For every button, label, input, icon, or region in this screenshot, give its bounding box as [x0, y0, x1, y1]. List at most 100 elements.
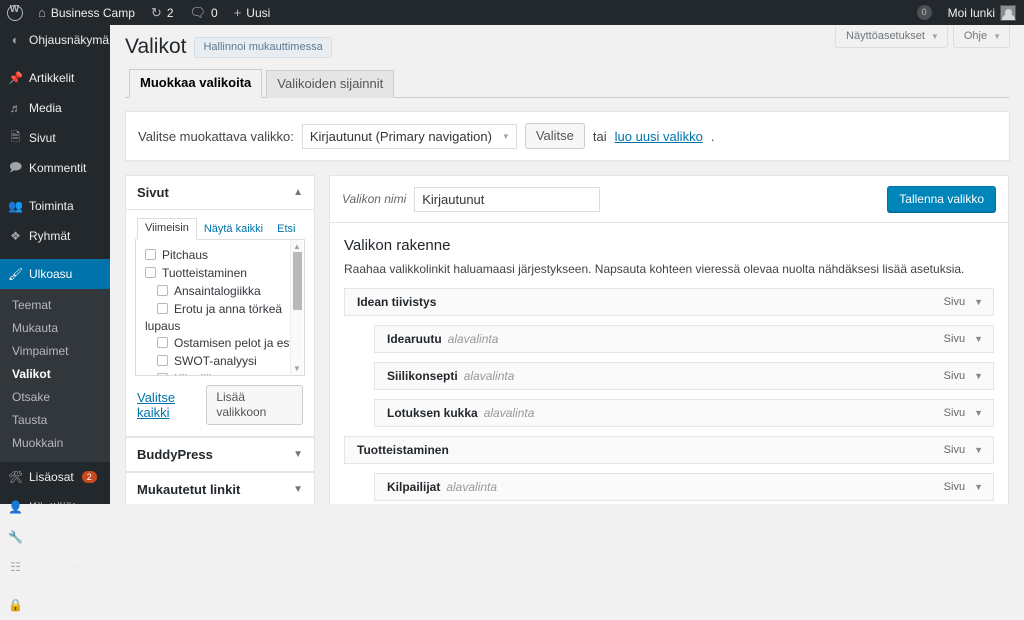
list-item[interactable]: Ostamisen pelot ja esteet — [136, 334, 304, 352]
checkbox[interactable] — [157, 303, 168, 314]
add-to-menu-button[interactable]: Lisää valikkoon — [206, 385, 303, 425]
admin-bar: ⌂ Business Camp ↻ 2 🗨 0 + Uusi 0 Moi lun… — [0, 0, 1024, 25]
submenu-item-menus[interactable]: Valikot — [0, 363, 110, 386]
chevron-down-icon[interactable]: ▼ — [974, 445, 983, 455]
activity-icon: 👥 — [8, 199, 23, 213]
menu-item-title: Idearuutu — [387, 332, 442, 346]
inner-tab-view-all[interactable]: Näytä kaikki — [197, 220, 270, 240]
menu-item-row[interactable]: Tuotteistaminen Sivu ▼ — [344, 436, 994, 464]
list-item[interactable]: Kilpailijat — [136, 370, 304, 375]
sidebar-item-posts[interactable]: 📌 Artikkelit — [0, 63, 110, 93]
appearance-submenu: Teemat Mukauta Vimpaimet Valikot Otsake … — [0, 289, 110, 462]
accordion-custom-links-header[interactable]: Mukautetut linkit ▼ — [126, 473, 314, 504]
inner-tab-most-recent[interactable]: Viimeisin — [137, 218, 197, 240]
chevron-down-icon[interactable]: ▼ — [974, 334, 983, 344]
chevron-down-icon[interactable]: ▼ — [974, 371, 983, 381]
select-menu-button[interactable]: Valitse — [524, 123, 585, 149]
menu-name-input[interactable] — [414, 186, 601, 212]
save-menu-button[interactable]: Tallenna valikko — [887, 186, 996, 212]
sidebar-separator — [0, 582, 110, 590]
menu-item-row[interactable]: Lotuksen kukka alavalinta Sivu ▼ — [374, 399, 994, 427]
submenu-item-background[interactable]: Tausta — [0, 409, 110, 432]
my-account-menu[interactable]: Moi lunki — [940, 0, 1024, 25]
menu-item-meta: Sivu ▼ — [944, 296, 983, 308]
tab-menu-locations[interactable]: Valikoiden sijainnit — [266, 70, 395, 98]
pages-list-footer: Valitse kaikki Lisää valikkoon — [135, 376, 305, 427]
notifications-badge[interactable]: 0 — [909, 0, 940, 25]
menu-item-row[interactable]: Idean tiivistys Sivu ▼ — [344, 288, 994, 316]
site-name-button[interactable]: ⌂ Business Camp — [30, 0, 143, 25]
menu-structure-column: Valikon nimi Tallenna valikko Valikon ra… — [329, 175, 1009, 504]
list-item-label: Tuotteistaminen — [162, 266, 247, 280]
comments-button[interactable]: 🗨 0 — [182, 0, 226, 25]
list-item[interactable]: SWOT-analyysi — [136, 352, 304, 370]
checkbox[interactable] — [157, 373, 168, 375]
tab-edit-menus[interactable]: Muokkaa valikoita — [129, 69, 263, 98]
sidebar-item-dashboard[interactable]: ◐ Ohjausnäkymä — [0, 25, 110, 55]
sidebar-item-users[interactable]: 👤 Käyttäjät — [0, 492, 110, 522]
list-item[interactable]: Tuotteistaminen — [136, 264, 304, 282]
sidebar-item-label: Sivut — [29, 131, 56, 145]
accordion-buddypress-header[interactable]: BuddyPress ▼ — [126, 438, 314, 471]
sidebar-item-label: Toiminta — [29, 199, 74, 213]
submenu-item-editor[interactable]: Muokkain — [0, 432, 110, 455]
menu-item-row[interactable]: Siilikonsepti alavalinta Sivu ▼ — [374, 362, 994, 390]
accordion-buddypress-title: BuddyPress — [137, 447, 213, 462]
sidebar-item-settings[interactable]: ☷ Asetukset — [0, 552, 110, 582]
updates-button[interactable]: ↻ 2 — [143, 0, 182, 25]
manage-in-customizer-button[interactable]: Hallinnoi mukauttimessa — [194, 36, 332, 58]
submenu-item-widgets[interactable]: Vimpaimet — [0, 340, 110, 363]
sidebar-separator — [0, 183, 110, 191]
pin-icon: 📌 — [8, 71, 23, 85]
list-item-label: SWOT-analyysi — [174, 354, 257, 368]
accordion-pages-header[interactable]: Sivut ▲ — [126, 176, 314, 210]
accordion-buddypress: BuddyPress ▼ — [125, 437, 315, 472]
list-item[interactable]: Ansaintalogiikka — [136, 282, 304, 300]
submenu-item-header[interactable]: Otsake — [0, 386, 110, 409]
sidebar-item-comments[interactable]: 🗩 Kommentit — [0, 153, 110, 183]
sidebar-item-uam[interactable]: 🔒 UAM — [0, 590, 110, 620]
screen-options-button[interactable]: Näyttöasetukset ▼ — [835, 26, 948, 48]
checkbox[interactable] — [157, 337, 168, 348]
list-item[interactable]: Erotu ja anna törkeä — [136, 300, 304, 318]
submenu-item-themes[interactable]: Teemat — [0, 294, 110, 317]
chevron-down-icon[interactable]: ▼ — [293, 449, 303, 460]
scrollbar-thumb[interactable] — [293, 252, 302, 310]
sidebar-item-label: Lisäosat — [29, 470, 74, 484]
sidebar-item-plugins[interactable]: 🛠 Lisäosat 2 — [0, 462, 110, 492]
nav-tabs: Muokkaa valikoita Valikoiden sijainnit — [125, 69, 1009, 98]
sidebar-item-activity[interactable]: 👥 Toiminta — [0, 191, 110, 221]
menu-item-row[interactable]: Kilpailijat alavalinta Sivu ▼ — [374, 473, 994, 501]
chevron-down-icon[interactable]: ▼ — [974, 297, 983, 307]
checkbox[interactable] — [157, 285, 168, 296]
howdy-label: Moi lunki — [947, 5, 995, 20]
wordpress-logo-button[interactable] — [0, 0, 30, 25]
sidebar-item-groups[interactable]: ❖ Ryhmät — [0, 221, 110, 251]
sidebar-item-pages[interactable]: 🗎 Sivut — [0, 123, 110, 153]
sidebar-item-tools[interactable]: 🔧 Työkalut — [0, 522, 110, 552]
select-all-link[interactable]: Valitse kaikki — [137, 390, 206, 420]
main-content: Näyttöasetukset ▼ Ohje ▼ Valikot Hallinn… — [110, 25, 1024, 504]
sidebar-item-media[interactable]: ♬ Media — [0, 93, 110, 123]
menu-item-meta: Sivu ▼ — [944, 407, 983, 419]
menu-item-row[interactable]: Idearuutu alavalinta Sivu ▼ — [374, 325, 994, 353]
chevron-down-icon[interactable]: ▼ — [974, 408, 983, 418]
checkbox[interactable] — [145, 249, 156, 260]
menu-select-dropdown[interactable]: Kirjautunut (Primary navigation) ▼ — [301, 123, 517, 149]
menu-item-title: Lotuksen kukka — [387, 406, 478, 420]
checkbox[interactable] — [157, 355, 168, 366]
scroll-up-icon[interactable]: ▲ — [293, 242, 301, 251]
inner-tab-search[interactable]: Etsi — [270, 220, 302, 240]
scroll-down-icon[interactable]: ▼ — [293, 364, 301, 373]
list-item[interactable]: Pitchaus — [136, 246, 304, 264]
new-content-button[interactable]: + Uusi — [226, 0, 279, 25]
pages-checklist[interactable]: Pitchaus Tuotteistaminen Ansaintalogiikk… — [135, 240, 305, 376]
checkbox[interactable] — [145, 267, 156, 278]
help-button[interactable]: Ohje ▼ — [952, 26, 1010, 48]
create-new-menu-link[interactable]: luo uusi valikko — [615, 129, 703, 144]
chevron-down-icon[interactable]: ▼ — [293, 484, 303, 495]
chevron-up-icon[interactable]: ▲ — [293, 187, 303, 198]
sidebar-item-appearance[interactable]: 🖌 Ulkoasu — [0, 259, 118, 289]
submenu-item-customize[interactable]: Mukauta — [0, 317, 110, 340]
chevron-down-icon[interactable]: ▼ — [974, 482, 983, 492]
